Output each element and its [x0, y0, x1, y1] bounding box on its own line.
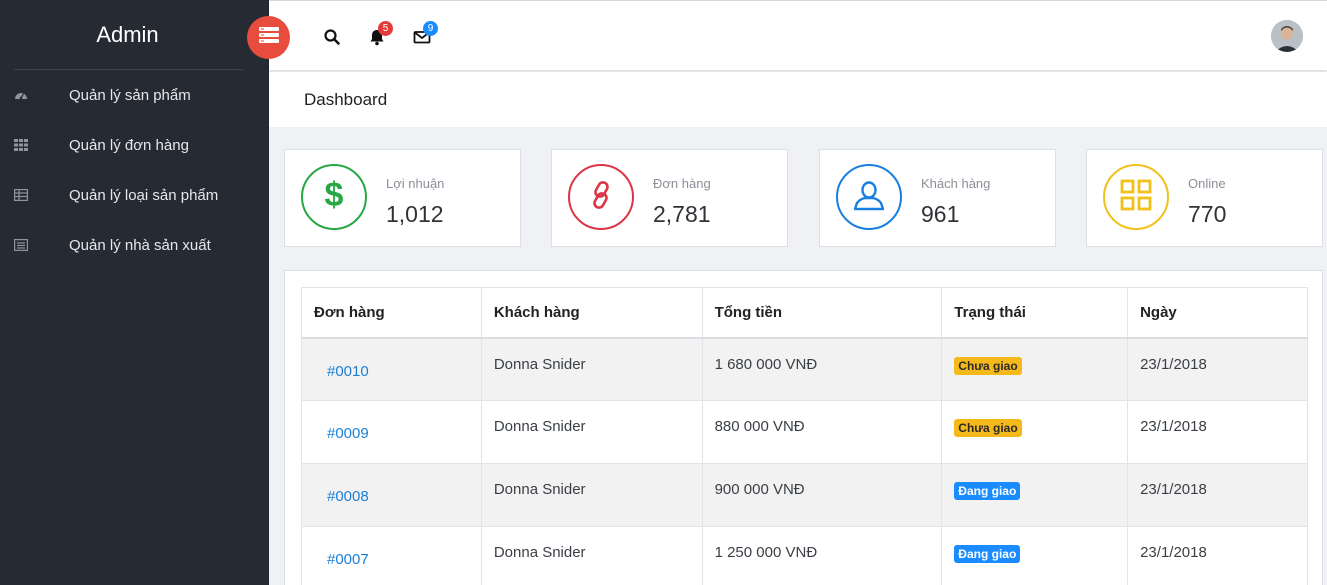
page-header: Dashboard: [269, 72, 1327, 127]
user-icon: [852, 178, 886, 217]
sidebar-toggle-button[interactable]: [247, 16, 290, 59]
sidebar-item-label: Quản lý nhà sản xuất: [69, 236, 211, 254]
table-row: #0010 Donna Snider 1 680 000 VNĐ Chưa gi…: [301, 337, 1308, 401]
sidebar-item-label: Quản lý loại sản phẩm: [69, 186, 219, 204]
column-header[interactable]: Khách hàng: [480, 287, 703, 339]
svg-text:$: $: [325, 177, 344, 213]
status-cell: Chưa giao: [941, 337, 1129, 401]
messages-button[interactable]: 9: [413, 21, 438, 46]
stat-value: 770: [1188, 201, 1227, 227]
orders-table: Đơn hàng Khách hàng Tổng tiền Trạng thái…: [301, 287, 1308, 585]
list-icon: [0, 238, 69, 252]
stat-card-customers: Khách hàng 961: [819, 149, 1056, 247]
order-id-cell: #0007: [301, 526, 482, 585]
page-title: Dashboard: [304, 89, 388, 109]
message-count-badge: 9: [423, 21, 438, 36]
status-badge: Chưa giao: [954, 356, 1022, 375]
dollar-icon: $: [323, 176, 345, 218]
date-cell: 23/1/2018: [1127, 400, 1308, 464]
stat-icon-circle: [836, 164, 902, 230]
sidebar-item-orders[interactable]: Quản lý đơn hàng: [0, 120, 269, 170]
order-link[interactable]: #0010: [327, 363, 369, 380]
customer-cell: Donna Snider: [480, 463, 703, 527]
menu-stack-icon: [258, 27, 279, 48]
table-icon: [0, 188, 69, 202]
search-button[interactable]: [323, 28, 341, 46]
column-header[interactable]: Đơn hàng: [301, 287, 482, 339]
total-cell: 880 000 VNĐ: [701, 400, 943, 464]
date-cell: 23/1/2018: [1127, 463, 1308, 527]
stat-label: Online: [1188, 176, 1226, 191]
sidebar-item-manufacturers[interactable]: Quản lý nhà sản xuất: [0, 220, 269, 270]
notification-count-badge: 5: [378, 21, 393, 36]
stat-value: 1,012: [386, 201, 444, 227]
user-avatar[interactable]: [1271, 20, 1303, 52]
column-header[interactable]: Ngày: [1127, 287, 1308, 339]
notifications-button[interactable]: 5: [368, 21, 393, 46]
column-header[interactable]: Trạng thái: [941, 287, 1129, 339]
order-id-cell: #0008: [301, 463, 482, 527]
customer-cell: Donna Snider: [480, 337, 703, 401]
status-badge: Đang giao: [954, 482, 1021, 500]
status-badge: Chưa giao: [954, 419, 1022, 437]
stat-card-online: Online 770: [1086, 149, 1323, 247]
date-cell: 23/1/2018: [1127, 526, 1308, 585]
status-badge: Đang giao: [954, 545, 1021, 563]
column-header[interactable]: Tổng tiền: [701, 287, 943, 339]
stat-icon-circle: [568, 164, 634, 230]
search-icon: [323, 29, 341, 50]
order-id-cell: #0010: [301, 337, 482, 401]
sidebar: Admin Quản lý sản phẩm Quản lý đơn hàng …: [0, 0, 269, 585]
customer-cell: Donna Snider: [480, 400, 703, 464]
orders-panel: Đơn hàng Khách hàng Tổng tiền Trạng thái…: [284, 270, 1323, 585]
sidebar-item-label: Quản lý sản phẩm: [69, 86, 191, 104]
stat-value: 2,781: [653, 201, 711, 227]
sidebar-item-label: Quản lý đơn hàng: [69, 136, 189, 154]
order-link[interactable]: #0007: [327, 551, 369, 568]
brand-title[interactable]: Admin: [0, 0, 269, 70]
apps-grid-icon: [1120, 179, 1152, 216]
link-icon: [588, 180, 614, 215]
customer-cell: Donna Snider: [480, 526, 703, 585]
sidebar-menu: Quản lý sản phẩm Quản lý đơn hàng Quản l…: [0, 70, 269, 270]
dashboard-gauge-icon: [0, 88, 69, 102]
status-cell: Đang giao: [941, 526, 1129, 585]
stat-card-profit: $ Lợi nhuận 1,012: [284, 149, 521, 247]
status-cell: Chưa giao: [941, 400, 1129, 464]
stat-label: Lợi nhuận: [386, 176, 445, 191]
total-cell: 900 000 VNĐ: [701, 463, 943, 527]
table-row: #0008 Donna Snider 900 000 VNĐ Đang giao…: [301, 463, 1308, 527]
top-navbar: 5 9: [247, 0, 1327, 70]
order-link[interactable]: #0009: [327, 425, 369, 442]
stat-value: 961: [921, 201, 960, 227]
stat-card-orders: Đơn hàng 2,781: [551, 149, 788, 247]
table-row: #0009 Donna Snider 880 000 VNĐ Chưa giao…: [301, 400, 1308, 464]
stat-label: Khách hàng: [921, 176, 991, 191]
date-cell: 23/1/2018: [1127, 337, 1308, 401]
table-row: #0007 Donna Snider 1 250 000 VNĐ Đang gi…: [301, 526, 1308, 585]
table-header-row: Đơn hàng Khách hàng Tổng tiền Trạng thái…: [301, 287, 1308, 339]
stat-label: Đơn hàng: [653, 176, 711, 191]
total-cell: 1 680 000 VNĐ: [701, 337, 943, 401]
grid-icon: [0, 138, 69, 152]
status-cell: Đang giao: [941, 463, 1129, 527]
sidebar-item-products[interactable]: Quản lý sản phẩm: [0, 70, 269, 120]
stat-icon-circle: $: [301, 164, 367, 230]
stat-icon-circle: [1103, 164, 1169, 230]
order-link[interactable]: #0008: [327, 488, 369, 505]
total-cell: 1 250 000 VNĐ: [701, 526, 943, 585]
order-id-cell: #0009: [301, 400, 482, 464]
sidebar-item-categories[interactable]: Quản lý loại sản phẩm: [0, 170, 269, 220]
